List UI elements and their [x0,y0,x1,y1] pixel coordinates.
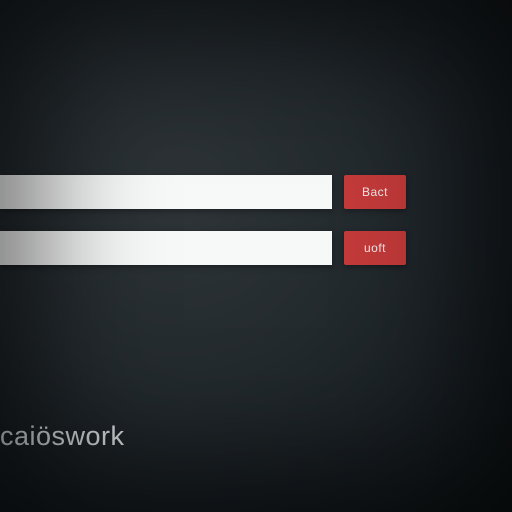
input-field-1[interactable] [0,175,332,209]
spacer [332,175,344,209]
spacer [332,231,344,265]
form-row-1: Bact [0,175,512,209]
form-row-2: uoft [0,231,512,265]
action-button-1[interactable]: Bact [344,175,406,209]
action-button-2[interactable]: uoft [344,231,406,265]
brand-wordmark: caiöswork [0,421,125,452]
form-rows: Bact uoft [0,175,512,287]
input-field-2[interactable] [0,231,332,265]
